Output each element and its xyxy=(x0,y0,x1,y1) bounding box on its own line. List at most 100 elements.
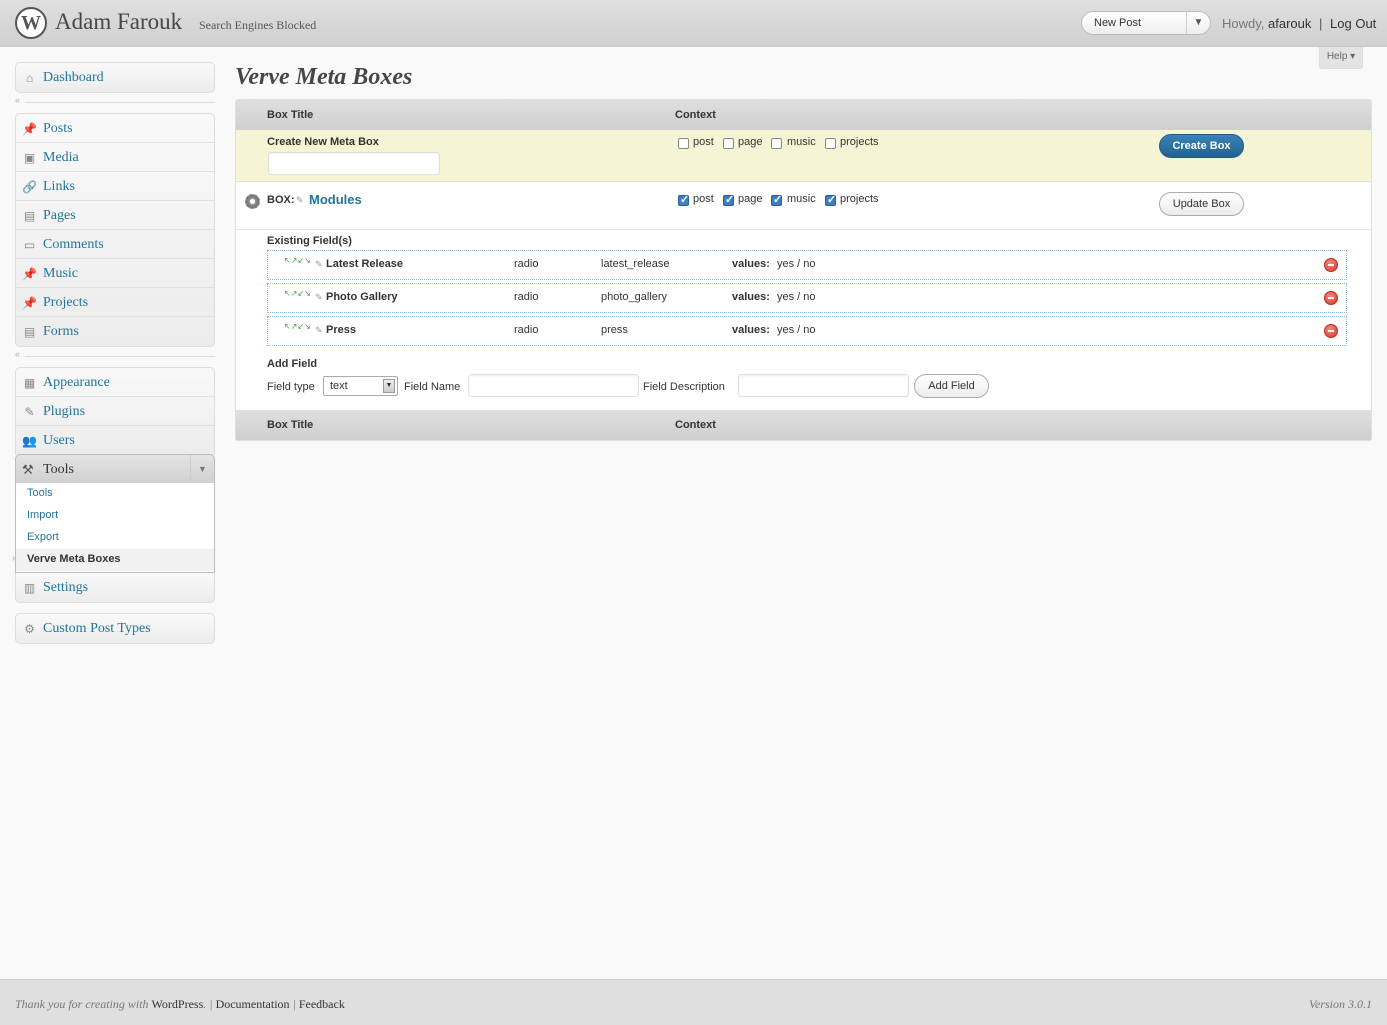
add-field-button[interactable]: Add Field xyxy=(914,374,989,398)
users-icon: 👥 xyxy=(22,433,37,448)
menu-item-dashboard[interactable]: ⌂ Dashboard xyxy=(16,63,214,92)
menu-item-label[interactable]: Custom Post Types xyxy=(43,621,151,637)
menu-item-label[interactable]: Dashboard xyxy=(43,70,104,86)
menu-item-appearance[interactable]: ▦ Appearance xyxy=(16,368,214,397)
menu-item-tools[interactable]: ⚒ Tools ▼ xyxy=(15,454,215,484)
current-arrow-icon: › xyxy=(12,553,16,564)
submenu-item-tools[interactable]: Tools xyxy=(27,487,53,499)
edit-pencil-icon[interactable]: ✎ xyxy=(315,325,323,336)
menu-item-label[interactable]: Projects xyxy=(43,295,88,311)
field-name-input[interactable] xyxy=(468,374,639,397)
menu-item-custom-post-types[interactable]: ⚙ Custom Post Types xyxy=(16,614,214,643)
menu-item-label[interactable]: Users xyxy=(43,433,75,449)
page-title: Verve Meta Boxes xyxy=(235,64,413,90)
media-icon: ▣ xyxy=(23,150,36,165)
table-footer: Box Title Context xyxy=(236,410,1371,440)
site-visibility-notice: Search Engines Blocked xyxy=(199,18,317,32)
submenu-item-export[interactable]: Export xyxy=(27,531,59,543)
edit-pencil-icon[interactable]: ✎ xyxy=(315,292,323,303)
menu-item-posts[interactable]: 📌 Posts xyxy=(16,114,214,143)
update-box-button[interactable]: Update Box xyxy=(1159,192,1244,216)
field-values-label: values: xyxy=(732,258,770,270)
menu-item-label[interactable]: Links xyxy=(43,179,75,195)
column-header-box-title: Box Title xyxy=(267,109,314,121)
help-tab-button[interactable]: Help ▾ xyxy=(1319,47,1363,69)
context-checkbox-projects[interactable] xyxy=(825,193,836,206)
menu-item-plugins[interactable]: ✎ Plugins xyxy=(16,397,214,426)
move-handle-icon[interactable]: ↖↗↙↘ xyxy=(284,256,311,274)
move-handle-icon[interactable]: ↖↗↙↘ xyxy=(284,322,311,340)
box-name-link[interactable]: Modules xyxy=(309,192,362,207)
menu-item-label[interactable]: Music xyxy=(43,266,78,282)
box-prefix-label: BOX: xyxy=(267,194,295,206)
context-checkbox-music[interactable] xyxy=(771,138,782,149)
menu-item-label[interactable]: Comments xyxy=(43,237,104,253)
menu-item-comments[interactable]: ▭ Comments xyxy=(16,230,214,259)
pushpin-icon: 📌 xyxy=(22,266,37,281)
username-link[interactable]: afarouk xyxy=(1268,16,1311,31)
new-post-link[interactable]: New Post xyxy=(1094,17,1141,29)
field-type-selected-value: text xyxy=(330,380,348,392)
menu-item-pages[interactable]: ▤ Pages xyxy=(16,201,214,230)
edit-pencil-icon[interactable]: ✎ xyxy=(315,259,323,270)
context-checkbox-projects[interactable] xyxy=(825,138,836,149)
menu-item-settings[interactable]: ▥ Settings xyxy=(16,573,214,602)
menu-item-label[interactable]: Tools xyxy=(43,462,74,478)
menu-item-label[interactable]: Forms xyxy=(43,324,79,340)
chevron-down-icon[interactable]: ▼ xyxy=(1186,12,1210,34)
menu-item-label[interactable]: Pages xyxy=(43,208,76,224)
chevron-down-icon[interactable]: ▼ xyxy=(383,379,395,393)
menu-item-music[interactable]: 📌 Music xyxy=(16,259,214,288)
menu-item-label[interactable]: Plugins xyxy=(43,404,85,420)
menu-item-label[interactable]: Appearance xyxy=(43,375,110,391)
column-header-context: Context xyxy=(675,109,716,121)
site-title[interactable]: Adam Farouk xyxy=(55,9,182,35)
create-box-button[interactable]: Create Box xyxy=(1159,134,1244,158)
submenu-toggle-icon[interactable]: ▼ xyxy=(190,455,214,483)
footer-separator: . | xyxy=(203,997,213,1011)
collapse-arrow-icon[interactable]: « xyxy=(15,349,20,359)
context-checkbox-page[interactable] xyxy=(723,193,734,206)
context-checkbox-page[interactable] xyxy=(723,138,734,149)
admin-header: W Adam Farouk Search Engines Blocked New… xyxy=(0,0,1387,47)
menu-item-label[interactable]: Posts xyxy=(43,121,73,137)
field-description-input[interactable] xyxy=(738,374,909,397)
pushpin-icon: 📌 xyxy=(22,295,37,310)
context-checkbox-post[interactable] xyxy=(678,138,689,149)
wordpress-link[interactable]: WordPress xyxy=(152,997,204,1011)
home-icon: ⌂ xyxy=(25,70,34,85)
documentation-link[interactable]: Documentation xyxy=(216,997,290,1011)
field-type-select[interactable]: text ▼ xyxy=(323,376,398,396)
field-values: yes / no xyxy=(777,258,816,270)
submenu-item-verve-meta-boxes[interactable]: Verve Meta Boxes xyxy=(27,553,121,565)
field-key: latest_release xyxy=(601,258,670,270)
menu-item-links[interactable]: 🔗 Links xyxy=(16,172,214,201)
context-label: projects xyxy=(840,193,879,205)
menu-item-label[interactable]: Settings xyxy=(43,580,88,596)
submenu-item-import[interactable]: Import xyxy=(27,509,58,521)
move-handle-icon[interactable]: ↖↗↙↘ xyxy=(284,289,311,307)
context-checkbox-post[interactable] xyxy=(678,193,689,206)
footer-thanks-text: Thank you for creating with xyxy=(15,997,149,1011)
favorite-actions-dropdown[interactable]: New Post ▼ xyxy=(1081,11,1211,35)
new-box-title-input[interactable] xyxy=(268,152,440,175)
menu-item-forms[interactable]: ▤ Forms xyxy=(16,317,214,346)
wordpress-logo-icon[interactable]: W xyxy=(15,7,47,39)
create-meta-box-row: Create New Meta Box post page music proj… xyxy=(236,130,1371,182)
remove-field-icon[interactable] xyxy=(1324,258,1338,272)
edit-pencil-icon[interactable]: ✎ xyxy=(296,195,304,206)
remove-field-icon[interactable] xyxy=(1324,324,1338,338)
logout-link[interactable]: Log Out xyxy=(1330,16,1376,31)
field-row: ↖↗↙↘ ✎ Photo Gallery radio photo_gallery… xyxy=(267,283,1347,313)
menu-item-projects[interactable]: 📌 Projects xyxy=(16,288,214,317)
remove-field-icon[interactable] xyxy=(1324,291,1338,305)
context-checkbox-music[interactable] xyxy=(771,193,782,206)
menu-item-media[interactable]: ▣ Media xyxy=(16,143,214,172)
feedback-link[interactable]: Feedback xyxy=(299,997,345,1011)
menu-item-users[interactable]: 👥 Users xyxy=(16,426,214,455)
page-icon: ▤ xyxy=(23,208,36,223)
tools-submenu: › Tools Import Export Verve Meta Boxes xyxy=(12,483,215,573)
collapse-arrow-icon[interactable]: « xyxy=(15,95,20,105)
menu-item-label[interactable]: Media xyxy=(43,150,79,166)
comment-icon: ▭ xyxy=(23,237,36,252)
